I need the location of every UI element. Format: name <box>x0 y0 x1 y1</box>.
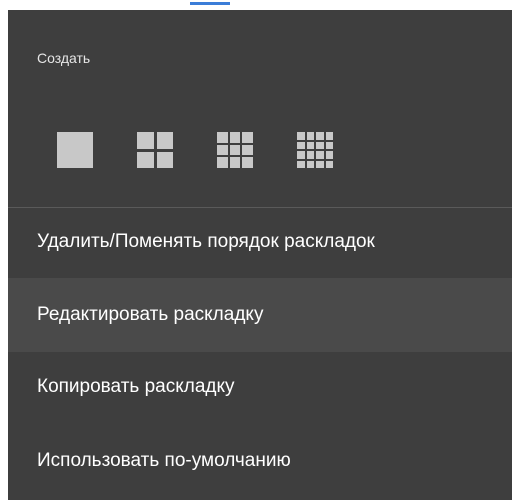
create-layout-3x3-button[interactable] <box>217 132 253 168</box>
menu-item-label: Удалить/Поменять порядок раскладок <box>37 231 375 252</box>
create-layout-1x1-button[interactable] <box>57 132 93 168</box>
layout-options-row <box>57 132 377 168</box>
menu-item-edit-layout[interactable]: Редактировать раскладку <box>8 278 512 352</box>
background-link-fragment <box>190 2 230 5</box>
layout-2x2-icon <box>137 132 173 168</box>
layout-1x1-icon <box>57 132 93 168</box>
layout-context-menu: Создать Удалить/Поменять порядок расклад… <box>8 10 512 500</box>
create-layout-4x4-button[interactable] <box>297 132 333 168</box>
menu-item-label: Использовать по-умолчанию <box>37 450 291 471</box>
menu-item-copy-layout[interactable]: Копировать раскладку <box>8 350 512 424</box>
layout-4x4-icon <box>297 132 333 168</box>
layout-3x3-icon <box>217 132 253 168</box>
menu-item-use-as-default[interactable]: Использовать по-умолчанию <box>8 424 512 498</box>
menu-item-label: Копировать раскладку <box>37 376 235 397</box>
background-document-fragment <box>0 0 512 10</box>
menu-item-label: Редактировать раскладку <box>37 304 264 325</box>
create-section-title: Создать <box>37 50 91 66</box>
create-layout-2x2-button[interactable] <box>137 132 173 168</box>
menu-item-delete-reorder-layouts[interactable]: Удалить/Поменять порядок раскладок <box>8 205 512 279</box>
